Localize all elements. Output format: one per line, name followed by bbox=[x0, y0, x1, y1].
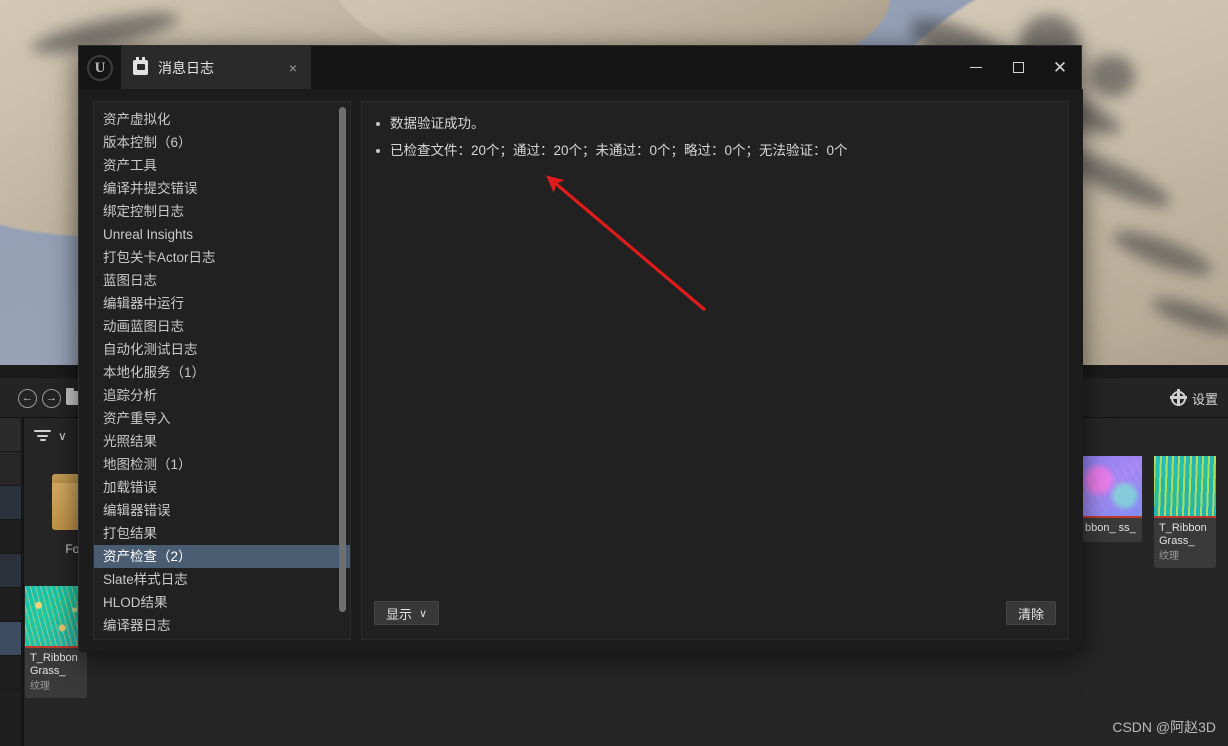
bullet-icon bbox=[376, 149, 380, 153]
asset-tile[interactable]: bbon_ ss_ bbox=[1080, 456, 1142, 542]
category-item[interactable]: 地图检测（1） bbox=[94, 453, 350, 476]
category-item[interactable]: 版本控制（6） bbox=[94, 131, 350, 154]
asset-type: 纹理 bbox=[1159, 551, 1179, 562]
chevron-down-icon[interactable]: ∨ bbox=[58, 429, 67, 443]
log-message-panel: 数据验证成功。 已检查文件：20个；通过：20个；未通过：0个；略过：0个；无法… bbox=[361, 101, 1069, 640]
category-item[interactable]: 蓝图日志 bbox=[94, 269, 350, 292]
category-item[interactable]: Slate样式日志 bbox=[94, 568, 350, 591]
asset-name: T_Ribbon Grass_ bbox=[30, 652, 78, 677]
category-item[interactable]: 绑定控制日志 bbox=[94, 200, 350, 223]
show-dropdown-button[interactable]: 显示 ∨ bbox=[374, 601, 440, 625]
tab-message-log[interactable]: 消息日志 × bbox=[121, 46, 311, 89]
tab-label: 消息日志 bbox=[158, 59, 214, 76]
asset-tree-strip[interactable] bbox=[0, 418, 22, 746]
tree-row[interactable] bbox=[0, 656, 21, 690]
terrain-shadow bbox=[1090, 55, 1135, 97]
chevron-down-icon: ∨ bbox=[419, 607, 428, 620]
category-item[interactable]: 编译并提交错误 bbox=[94, 177, 350, 200]
category-item[interactable]: 资产重导入 bbox=[94, 407, 350, 430]
close-button[interactable]: ✕ bbox=[1039, 46, 1081, 89]
tree-row[interactable] bbox=[0, 418, 21, 452]
asset-name: bbon_ ss_ bbox=[1085, 522, 1136, 534]
watermark: CSDN @阿赵3D bbox=[1112, 719, 1216, 735]
maximize-button[interactable] bbox=[997, 46, 1039, 89]
category-item[interactable]: 资产工具 bbox=[94, 154, 350, 177]
tree-row[interactable] bbox=[0, 520, 21, 554]
window-titlebar[interactable]: U 消息日志 × ✕ bbox=[79, 46, 1081, 89]
log-footer: 显示 ∨ 清除 bbox=[362, 587, 1068, 639]
close-icon[interactable]: × bbox=[279, 60, 297, 76]
log-message-list: 数据验证成功。 已检查文件：20个；通过：20个；未通过：0个；略过：0个；无法… bbox=[362, 102, 1068, 587]
clear-button[interactable]: 清除 bbox=[1005, 601, 1056, 625]
category-scrollbar[interactable] bbox=[339, 107, 346, 612]
arrow-left-icon[interactable]: ← bbox=[18, 389, 37, 408]
settings-button[interactable]: 设置 bbox=[1165, 386, 1224, 410]
category-item[interactable]: 编辑器中运行 bbox=[94, 292, 350, 315]
unreal-logo-icon: U bbox=[87, 54, 113, 81]
category-item[interactable]: HLOD结果 bbox=[94, 591, 350, 614]
tree-row[interactable] bbox=[0, 554, 21, 588]
log-entry[interactable]: 数据验证成功。 bbox=[376, 114, 1054, 133]
screen: ← → 设置 ∨ T_Ribbon Grass_ 纹理 bbon_ ss_ T_… bbox=[0, 0, 1228, 746]
message-log-window: U 消息日志 × ✕ 资产虚拟化 版本控制（6） 资产工具 编译并提交错误 绑定… bbox=[78, 45, 1083, 652]
close-icon: ✕ bbox=[1052, 58, 1068, 77]
asset-caption: bbon_ ss_ bbox=[1080, 518, 1142, 542]
asset-caption: T_Ribbon Grass_ 纹理 bbox=[25, 648, 87, 698]
log-category-panel: 资产虚拟化 版本控制（6） 资产工具 编译并提交错误 绑定控制日志 Unreal… bbox=[93, 101, 351, 640]
category-item[interactable]: Unreal Insights bbox=[94, 223, 350, 246]
gear-icon bbox=[1170, 388, 1186, 406]
asset-thumbnail bbox=[1154, 456, 1216, 518]
clear-button-label: 清除 bbox=[1017, 606, 1044, 622]
log-entry-text: 数据验证成功。 bbox=[390, 116, 485, 131]
asset-thumbnail bbox=[1080, 456, 1142, 518]
tree-row[interactable] bbox=[0, 622, 21, 656]
tree-row[interactable] bbox=[0, 588, 21, 622]
tree-row[interactable] bbox=[0, 452, 21, 486]
bullet-icon bbox=[376, 122, 380, 126]
category-item[interactable]: 自动化测试日志 bbox=[94, 338, 350, 361]
asset-type: 纹理 bbox=[30, 681, 50, 692]
category-item-selected[interactable]: 资产检查（2） bbox=[94, 545, 350, 568]
show-dropdown-label: 显示 bbox=[386, 606, 413, 622]
asset-name: T_Ribbon Grass_ bbox=[1159, 522, 1207, 547]
category-item[interactable]: 打包结果 bbox=[94, 522, 350, 545]
log-entry[interactable]: 已检查文件：20个；通过：20个；未通过：0个；略过：0个；无法验证：0个 bbox=[376, 141, 1054, 160]
message-log-icon bbox=[133, 57, 148, 75]
category-item[interactable]: 编辑器错误 bbox=[94, 499, 350, 522]
minimize-button[interactable] bbox=[955, 46, 997, 89]
category-item[interactable]: 资产虚拟化 bbox=[94, 108, 350, 131]
log-category-list[interactable]: 资产虚拟化 版本控制（6） 资产工具 编译并提交错误 绑定控制日志 Unreal… bbox=[94, 102, 350, 637]
window-controls: ✕ bbox=[955, 46, 1081, 89]
category-item[interactable]: 加载错误 bbox=[94, 476, 350, 499]
asset-tile[interactable]: T_Ribbon Grass_ 纹理 bbox=[1154, 456, 1216, 568]
category-item[interactable]: 光照结果 bbox=[94, 430, 350, 453]
category-item[interactable]: 本地化服务（1） bbox=[94, 361, 350, 384]
category-item[interactable]: 编译器日志 bbox=[94, 614, 350, 637]
category-item[interactable]: 打包关卡Actor日志 bbox=[94, 246, 350, 269]
arrow-right-icon[interactable]: → bbox=[42, 389, 61, 408]
log-entry-text: 已检查文件：20个；通过：20个；未通过：0个；略过：0个；无法验证：0个 bbox=[390, 143, 848, 158]
category-item[interactable]: 追踪分析 bbox=[94, 384, 350, 407]
settings-label: 设置 bbox=[1191, 391, 1218, 407]
asset-caption: T_Ribbon Grass_ 纹理 bbox=[1154, 518, 1216, 568]
window-body: 资产虚拟化 版本控制（6） 资产工具 编译并提交错误 绑定控制日志 Unreal… bbox=[79, 89, 1083, 652]
filter-icon[interactable] bbox=[34, 430, 51, 441]
tree-row[interactable] bbox=[0, 486, 21, 520]
category-item[interactable]: 动画蓝图日志 bbox=[94, 315, 350, 338]
